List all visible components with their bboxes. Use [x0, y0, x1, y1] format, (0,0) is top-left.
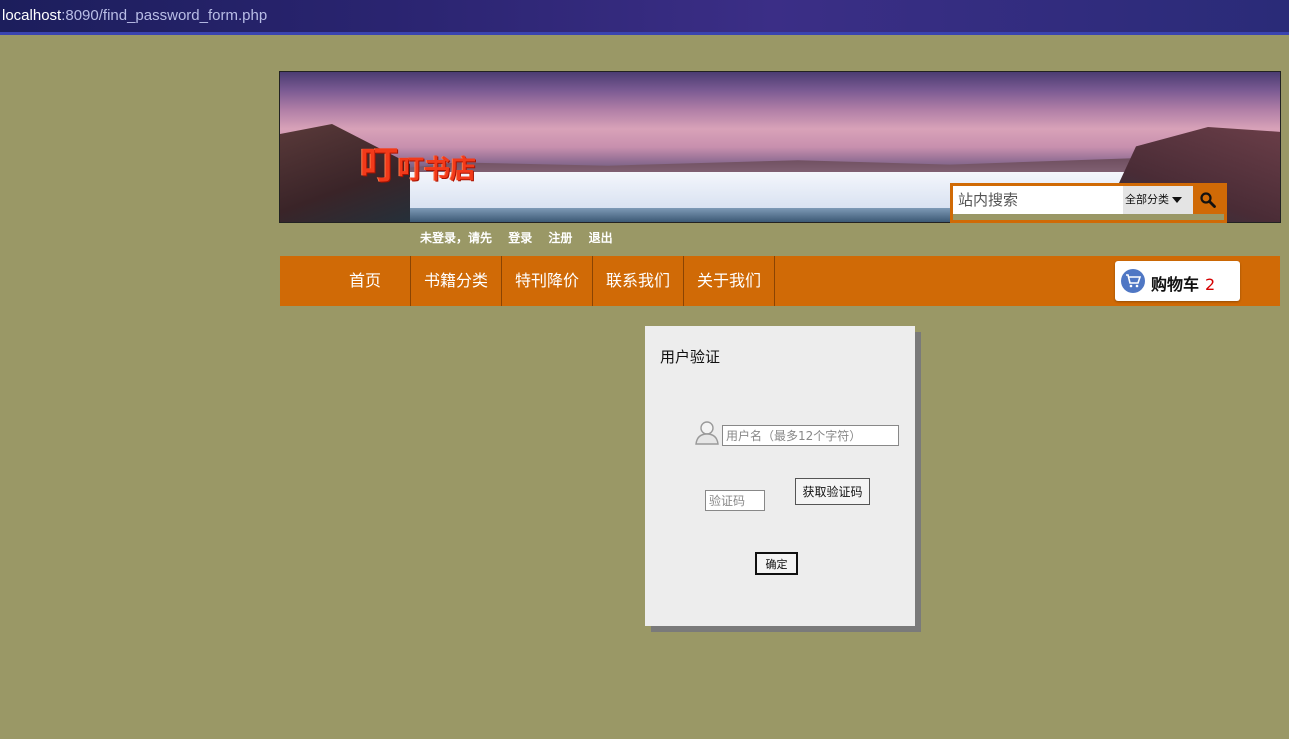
cart-icon — [1121, 269, 1145, 293]
cart-button[interactable]: 购物车 2 — [1115, 261, 1240, 301]
nav-item-about[interactable]: 关于我们 — [684, 256, 775, 306]
verification-code-input[interactable] — [705, 490, 765, 511]
search-icon — [1200, 192, 1216, 208]
cart-count-badge: 2 — [1205, 275, 1216, 294]
login-status: 未登录，请先 登录 注册 退出 — [420, 229, 625, 246]
nav-item-home[interactable]: 首页 — [320, 256, 411, 306]
login-prompt: 未登录，请先 — [420, 231, 493, 245]
browser-address-bar[interactable]: localhost:8090/find_password_form.php — [0, 0, 1289, 35]
nav-item-contact[interactable]: 联系我们 — [593, 256, 684, 306]
register-link[interactable]: 注册 — [548, 231, 572, 245]
verify-panel: 用户验证 获取验证码 确定 — [645, 326, 915, 626]
login-link[interactable]: 登录 — [508, 231, 532, 245]
search-underline — [953, 214, 1224, 220]
nav-item-categories[interactable]: 书籍分类 — [411, 256, 502, 306]
url-host: localhost — [2, 7, 62, 24]
confirm-button[interactable]: 确定 — [755, 552, 798, 575]
user-icon — [695, 421, 719, 445]
url-path: :8090/find_password_form.php — [61, 7, 268, 24]
get-code-button[interactable]: 获取验证码 — [795, 478, 870, 505]
search-category-label: 全部分类 — [1125, 193, 1169, 206]
url-text[interactable]: localhost:8090/find_password_form.php — [2, 7, 267, 24]
search-button[interactable] — [1193, 186, 1224, 214]
panel-title: 用户验证 — [660, 348, 721, 366]
logout-link[interactable]: 退出 — [589, 231, 613, 245]
logo-text: 叮书店 — [398, 155, 477, 185]
site-logo[interactable]: 叮叮书店 — [360, 134, 476, 189]
search-input[interactable]: 站内搜索 — [953, 186, 1123, 214]
search-category-select[interactable]: 全部分类 — [1123, 186, 1193, 214]
search-box: 站内搜索 全部分类 — [950, 183, 1227, 223]
cart-label-group: 购物车 2 — [1151, 271, 1215, 295]
logo-big-char: 叮 — [360, 143, 399, 187]
nav-item-specials[interactable]: 特刊降价 — [502, 256, 593, 306]
username-input[interactable] — [722, 425, 899, 446]
cart-label: 购物车 — [1151, 275, 1200, 294]
chevron-down-icon — [1172, 197, 1182, 203]
